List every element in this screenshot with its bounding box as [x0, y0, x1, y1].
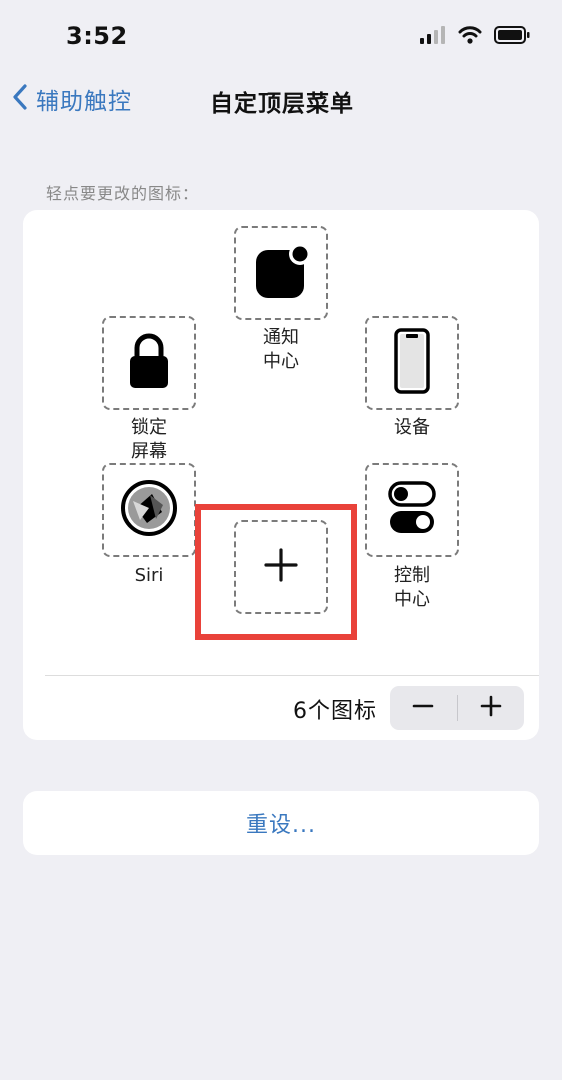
page-title: 自定顶层菜单 [210, 91, 354, 117]
increase-button[interactable] [458, 686, 525, 730]
icon-count-stepper[interactable] [390, 686, 524, 730]
icon-count-label: 6个图标 [293, 699, 377, 724]
slot-device[interactable] [365, 316, 459, 410]
label-device: 设备 [394, 417, 430, 438]
plus-icon [264, 548, 298, 586]
plus-icon [480, 695, 502, 721]
label-notification-center: 通知 中心 [263, 327, 299, 372]
status-bar: 3:52 [0, 0, 562, 70]
slot-siri[interactable] [102, 463, 196, 557]
phone-device-icon [394, 328, 430, 398]
status-time: 3:52 [66, 22, 128, 50]
cellular-signal-icon [420, 26, 446, 48]
siri-icon [120, 479, 178, 541]
navigation-bar: 辅助触控 自定顶层菜单 [0, 76, 562, 126]
minus-icon [412, 695, 434, 721]
control-center-icon [388, 481, 436, 539]
lock-icon [127, 332, 171, 394]
slot-lock-screen[interactable] [102, 316, 196, 410]
status-icons [420, 26, 530, 48]
label-control-center: 控制 中心 [394, 565, 430, 610]
top-menu-editor-card: 通知 中心 锁定 屏幕 设备 Siri 控制 中心 6个图标 [23, 210, 539, 740]
label-lock-screen: 锁定 屏幕 [131, 417, 167, 462]
decrease-button[interactable] [390, 686, 457, 730]
divider [45, 675, 539, 676]
slot-notification-center[interactable] [234, 226, 328, 320]
wifi-icon [458, 26, 482, 48]
reset-label: 重设... [246, 813, 316, 838]
notification-center-icon [250, 240, 312, 306]
slot-control-center[interactable] [365, 463, 459, 557]
section-hint: 轻点要更改的图标： [46, 184, 200, 203]
battery-icon [494, 26, 530, 48]
slot-add-icon[interactable] [234, 520, 328, 614]
reset-button[interactable]: 重设... [23, 791, 539, 855]
label-siri: Siri [134, 565, 164, 586]
